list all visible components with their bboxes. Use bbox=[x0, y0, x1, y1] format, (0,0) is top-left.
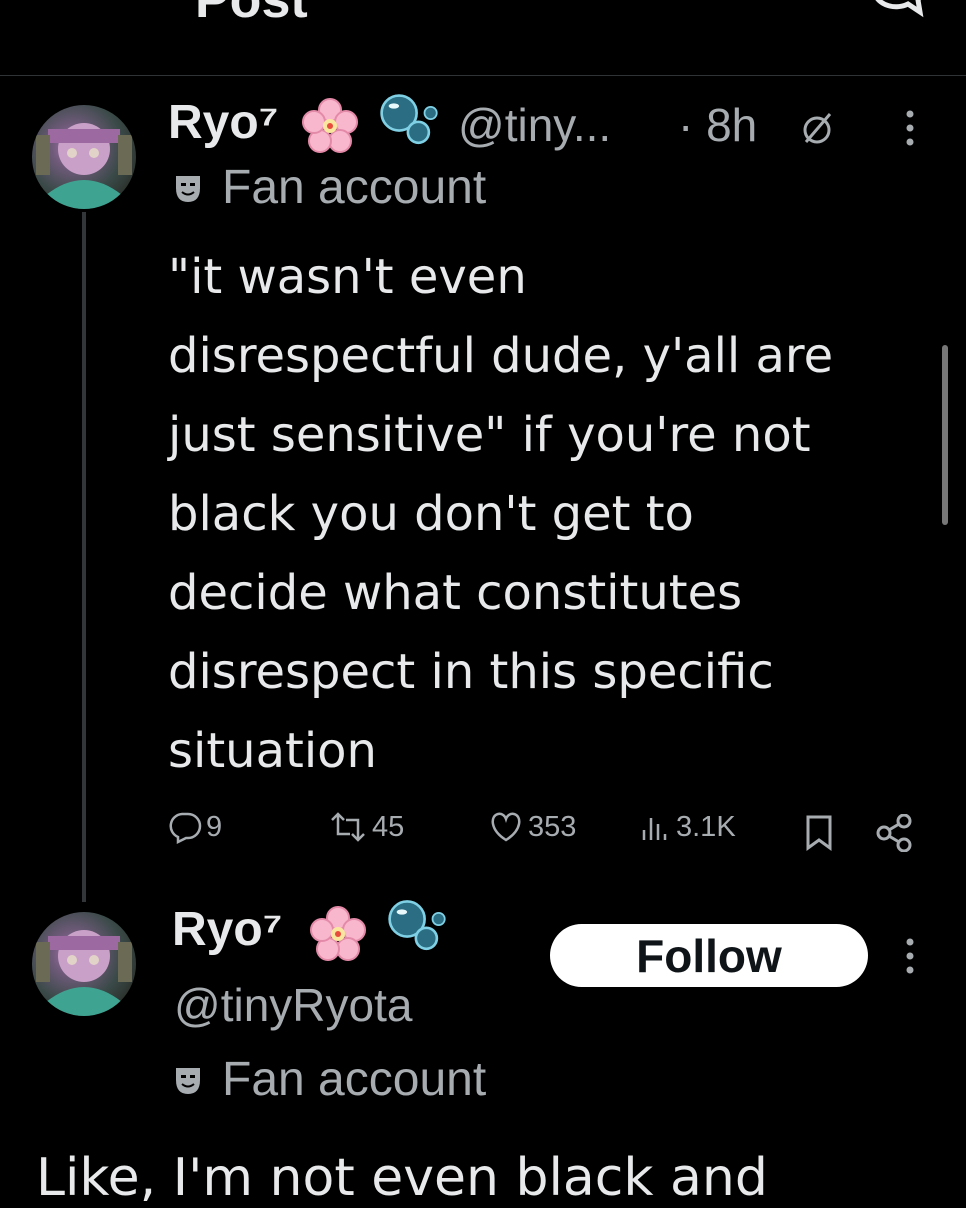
page-title: Post bbox=[195, 0, 308, 29]
follow-button[interactable]: Follow bbox=[550, 924, 868, 987]
cherry-blossom-icon bbox=[310, 906, 366, 961]
cherry-blossom-icon bbox=[302, 98, 358, 153]
reply-text: Like, I'm not even black and bbox=[36, 1148, 768, 1208]
scrollbar[interactable] bbox=[942, 345, 948, 525]
timestamp[interactable]: · 8h bbox=[678, 98, 757, 152]
header-divider bbox=[0, 75, 966, 76]
fan-account-label: Fan account bbox=[222, 1053, 487, 1106]
avatar[interactable] bbox=[32, 105, 136, 209]
avatar[interactable] bbox=[32, 912, 136, 1016]
no-edit-icon bbox=[803, 113, 832, 144]
repost-action[interactable]: 45 bbox=[328, 810, 404, 844]
handle[interactable]: @tiny... bbox=[458, 98, 611, 152]
post-actions: 9 45 353 3.1K bbox=[168, 810, 928, 860]
handle[interactable]: @tinyRyota bbox=[174, 978, 412, 1032]
post-text: "it wasn't even disrespectful dude, y'al… bbox=[168, 249, 834, 779]
bubbles-icon bbox=[380, 94, 438, 145]
more-options-icon[interactable] bbox=[900, 936, 920, 976]
reply-icon[interactable] bbox=[868, 0, 928, 22]
fan-account-label: Fan account bbox=[222, 161, 487, 214]
reply-count: 9 bbox=[206, 810, 223, 843]
repost-count: 45 bbox=[372, 810, 405, 843]
bookmark-icon[interactable] bbox=[804, 814, 834, 852]
reply-action[interactable]: 9 bbox=[168, 810, 222, 844]
share-icon[interactable] bbox=[874, 814, 914, 852]
views-count: 3.1K bbox=[676, 810, 736, 843]
mask-icon bbox=[176, 1068, 200, 1094]
thread-line bbox=[82, 212, 86, 902]
back-arrow-icon[interactable] bbox=[48, 0, 100, 18]
display-name[interactable]: Ryo⁷ bbox=[172, 902, 282, 957]
mask-icon bbox=[176, 176, 200, 202]
views-chart-icon bbox=[642, 818, 667, 840]
bubbles-icon bbox=[388, 900, 446, 951]
more-options-icon[interactable] bbox=[900, 108, 920, 148]
repost-icon bbox=[331, 812, 365, 842]
heart-icon bbox=[491, 812, 521, 842]
display-name[interactable]: Ryo⁷ bbox=[168, 95, 278, 150]
like-action[interactable]: 353 bbox=[488, 810, 576, 844]
views-action[interactable]: 3.1K bbox=[640, 810, 736, 844]
like-count: 353 bbox=[528, 810, 577, 843]
reply-bubble-icon bbox=[169, 812, 202, 844]
